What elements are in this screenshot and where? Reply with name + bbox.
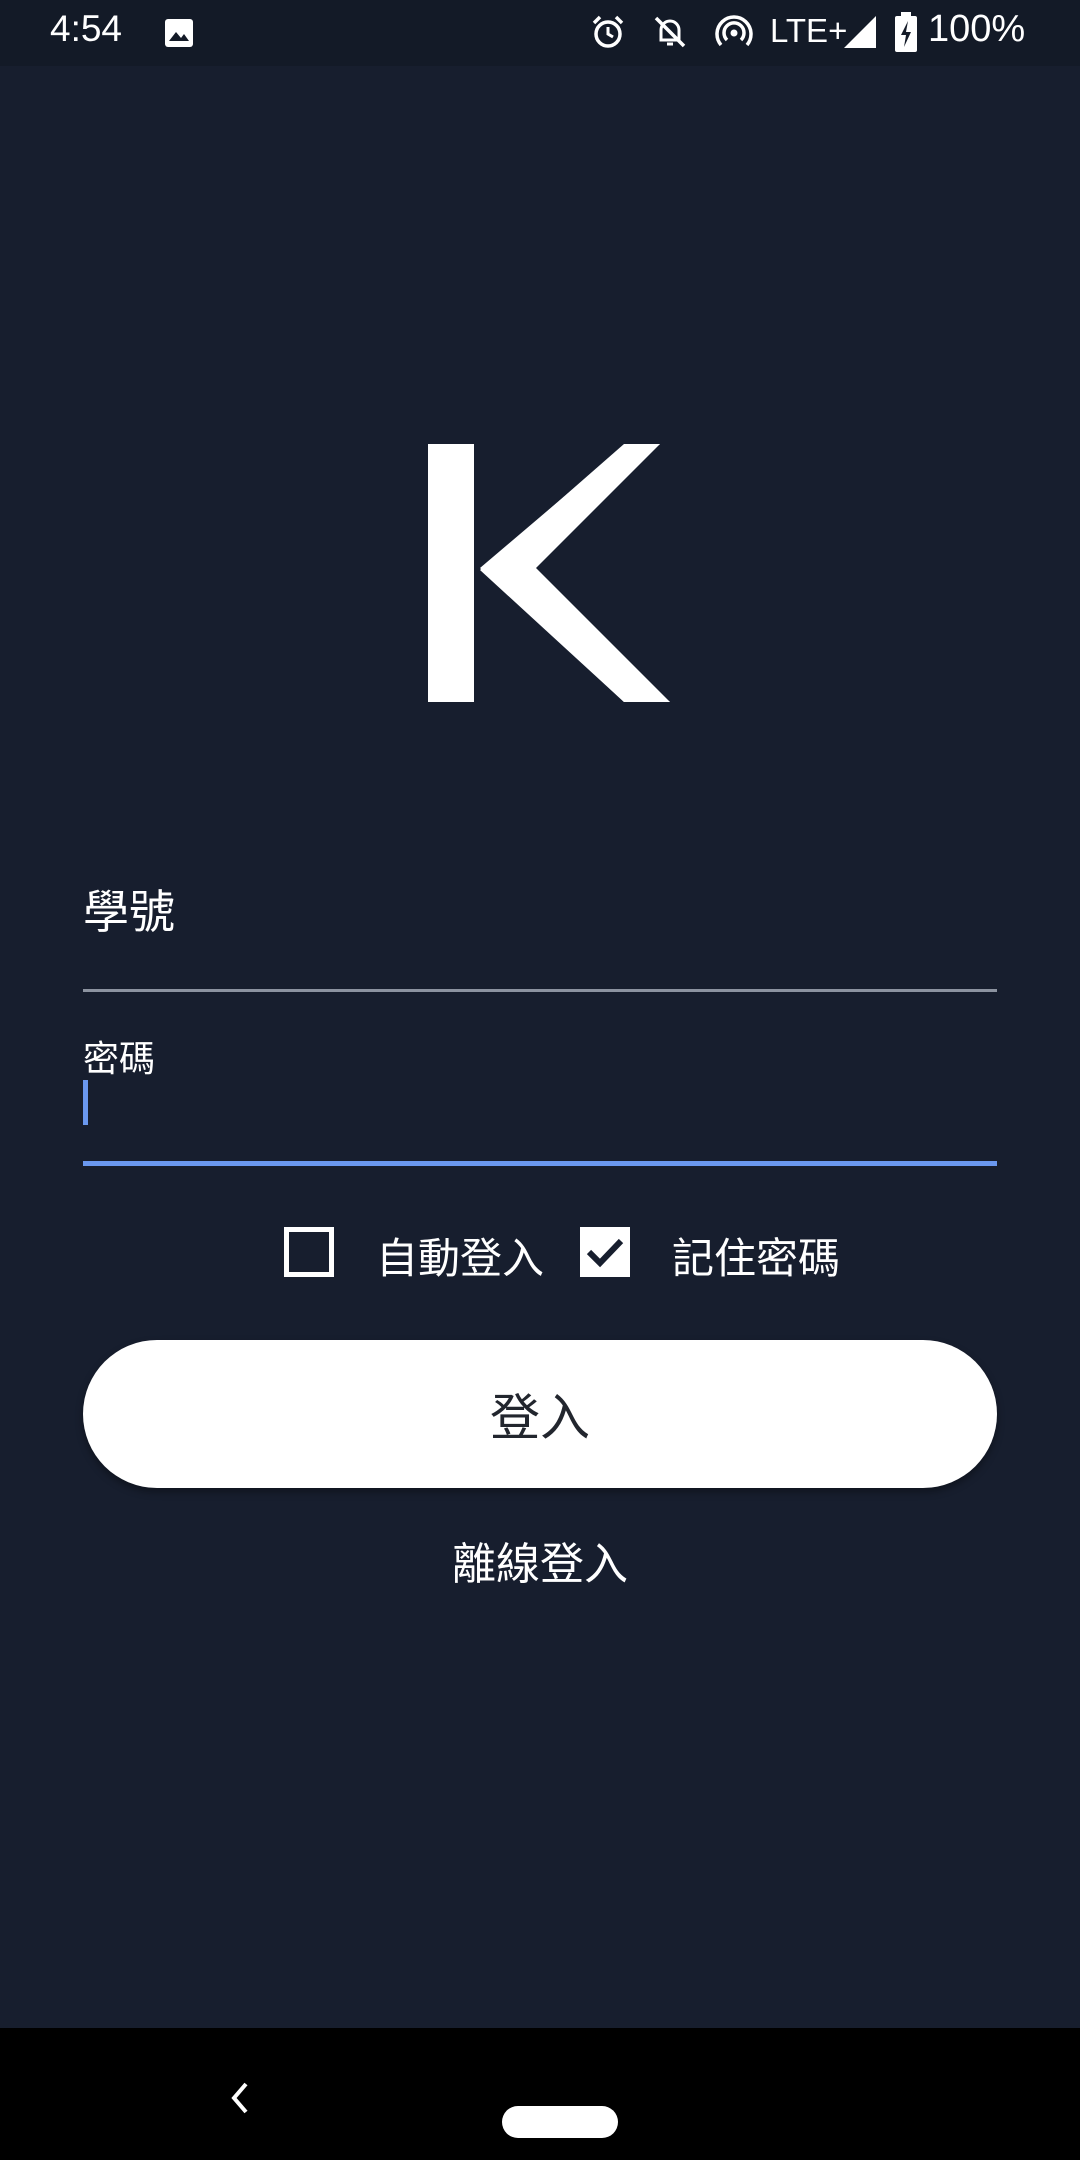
- login-screen: 4:54 LTE+ 100% 學號 密碼 自動登入 記住密碼 登入 離線登入: [0, 0, 1080, 2160]
- alarm-icon: [592, 15, 624, 48]
- image-icon: [165, 19, 193, 47]
- remember-password-label[interactable]: 記住密碼: [672, 1225, 840, 1286]
- navigation-bar: [0, 2028, 1080, 2160]
- status-time: 4:54: [50, 8, 123, 49]
- offline-login-link[interactable]: 離線登入: [0, 1528, 1080, 1592]
- home-pill-button[interactable]: [502, 2106, 618, 2138]
- network-type: LTE+: [770, 12, 848, 49]
- battery-percent: 100%: [928, 8, 1026, 50]
- text-cursor: [83, 1080, 88, 1125]
- password-label: 密碼: [83, 1039, 156, 1080]
- login-button-label: 登入: [490, 1389, 590, 1447]
- k-logo-icon: [428, 444, 670, 702]
- student-id-underline: [83, 989, 997, 992]
- back-icon[interactable]: [226, 2080, 256, 2116]
- signal-icon: [844, 16, 876, 48]
- battery-charging-icon: [895, 12, 917, 52]
- auto-login-checkbox[interactable]: [284, 1227, 334, 1277]
- remember-password-checkbox[interactable]: [580, 1227, 630, 1277]
- checkmark-icon: [586, 1238, 624, 1268]
- bell-off-icon: [654, 16, 686, 48]
- student-id-label: 學號: [83, 885, 175, 939]
- status-bar: 4:54 LTE+ 100%: [0, 0, 1080, 66]
- password-underline: [83, 1161, 997, 1166]
- auto-login-label[interactable]: 自動登入: [376, 1225, 544, 1286]
- hotspot-icon: [715, 15, 753, 47]
- login-button[interactable]: 登入: [83, 1340, 997, 1488]
